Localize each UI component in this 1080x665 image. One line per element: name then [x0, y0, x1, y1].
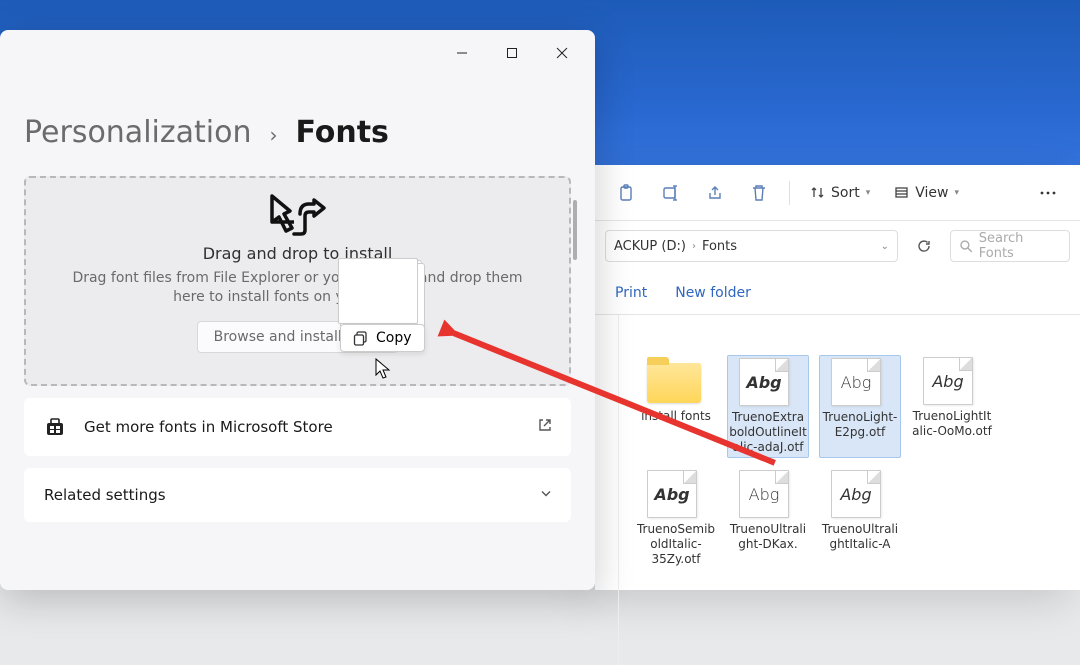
sort-icon	[810, 185, 825, 200]
more-options-button[interactable]	[1028, 175, 1068, 211]
store-icon	[44, 416, 66, 438]
refresh-button[interactable]	[908, 230, 940, 262]
file-name-label: TruenoUltralight-DKax.	[728, 522, 808, 552]
store-card-label: Get more fonts in Microsoft Store	[84, 418, 333, 436]
explorer-address-row: ACKUP (D:) › Fonts ⌄ Search Fonts	[595, 221, 1080, 271]
share-icon[interactable]	[695, 175, 735, 211]
font-file-icon: Abg	[831, 358, 889, 406]
view-icon	[894, 185, 909, 200]
breadcrumb-parent[interactable]: Personalization	[24, 115, 251, 150]
chevron-down-icon	[539, 486, 553, 505]
file-name-label: TruenoUltralightItalic-A	[820, 522, 900, 552]
print-button[interactable]: Print	[615, 285, 647, 301]
chevron-down-icon: ▾	[954, 188, 959, 198]
delete-icon[interactable]	[739, 175, 779, 211]
view-button[interactable]: View ▾	[884, 179, 969, 207]
dropzone-description: Drag font files from File Explorer or yo…	[44, 269, 551, 307]
file-item[interactable]: AbgTruenoSemiboldItalic-35Zy.otf	[635, 468, 717, 569]
store-card[interactable]: Get more fonts in Microsoft Store	[24, 398, 571, 456]
font-file-icon: Abg	[831, 470, 889, 518]
titlebar	[0, 30, 595, 75]
sort-label: Sort	[831, 185, 860, 201]
file-name-label: TruenoLightItalic-OoMo.otf	[912, 409, 992, 439]
address-bar[interactable]: ACKUP (D:) › Fonts ⌄	[605, 230, 898, 262]
drag-ghost-thumbnail	[338, 258, 418, 324]
file-list: install fontsAbgTruenoExtraboldOutlineIt…	[595, 315, 1080, 590]
close-button[interactable]	[539, 35, 585, 71]
rename-icon[interactable]	[651, 175, 691, 211]
cursor-icon	[375, 358, 393, 384]
file-item[interactable]: AbgTruenoUltralight-DKax.	[727, 468, 809, 569]
file-name-label: TruenoLight-E2pg.otf	[821, 410, 899, 440]
related-settings-card[interactable]: Related settings	[24, 468, 571, 522]
font-file-icon: Abg	[647, 470, 705, 518]
copy-icon	[353, 331, 368, 346]
breadcrumb: Personalization › Fonts	[0, 115, 595, 150]
file-item[interactable]: Abg TruenoUltralightItalic-A	[819, 468, 901, 569]
file-explorer-window: Sort ▾ View ▾ ACKUP (D:) › Fonts ⌄ Searc…	[595, 165, 1080, 590]
related-settings-label: Related settings	[44, 486, 166, 504]
sort-button[interactable]: Sort ▾	[800, 179, 880, 207]
font-file-icon: Abg	[923, 357, 981, 405]
explorer-toolbar: Sort ▾ View ▾	[595, 165, 1080, 221]
address-folder: Fonts	[702, 239, 737, 254]
minimize-button[interactable]	[439, 35, 485, 71]
drag-tooltip-label: Copy	[376, 330, 412, 346]
breadcrumb-current: Fonts	[295, 115, 388, 150]
explorer-command-bar: Print New folder	[595, 271, 1080, 315]
view-label: View	[915, 185, 948, 201]
dropzone-title: Drag and drop to install	[44, 244, 551, 263]
file-name-label: TruenoSemiboldItalic-35Zy.otf	[636, 522, 716, 567]
chevron-down-icon[interactable]: ⌄	[881, 241, 889, 252]
toolbar-separator	[789, 181, 790, 205]
address-drive: ACKUP (D:)	[614, 239, 686, 254]
font-file-icon: Abg	[739, 358, 797, 406]
search-input[interactable]: Search Fonts	[950, 230, 1070, 262]
drag-drop-icon	[44, 190, 551, 242]
chevron-right-icon: ›	[692, 241, 696, 252]
paste-icon[interactable]	[607, 175, 647, 211]
search-placeholder: Search Fonts	[979, 231, 1061, 261]
file-item[interactable]: Abg TruenoLight-E2pg.otf	[819, 355, 901, 458]
new-folder-button[interactable]: New folder	[675, 285, 751, 301]
search-icon	[959, 239, 973, 253]
chevron-down-icon: ▾	[866, 188, 871, 198]
file-item[interactable]: Abg TruenoLightItalic-OoMo.otf	[911, 355, 993, 458]
chevron-right-icon: ›	[269, 123, 277, 147]
external-link-icon	[537, 417, 553, 437]
settings-window: Personalization › Fonts Drag and drop to…	[0, 30, 595, 590]
drag-copy-tooltip: Copy	[340, 324, 425, 352]
scrollbar[interactable]	[573, 200, 577, 260]
maximize-button[interactable]	[489, 35, 535, 71]
